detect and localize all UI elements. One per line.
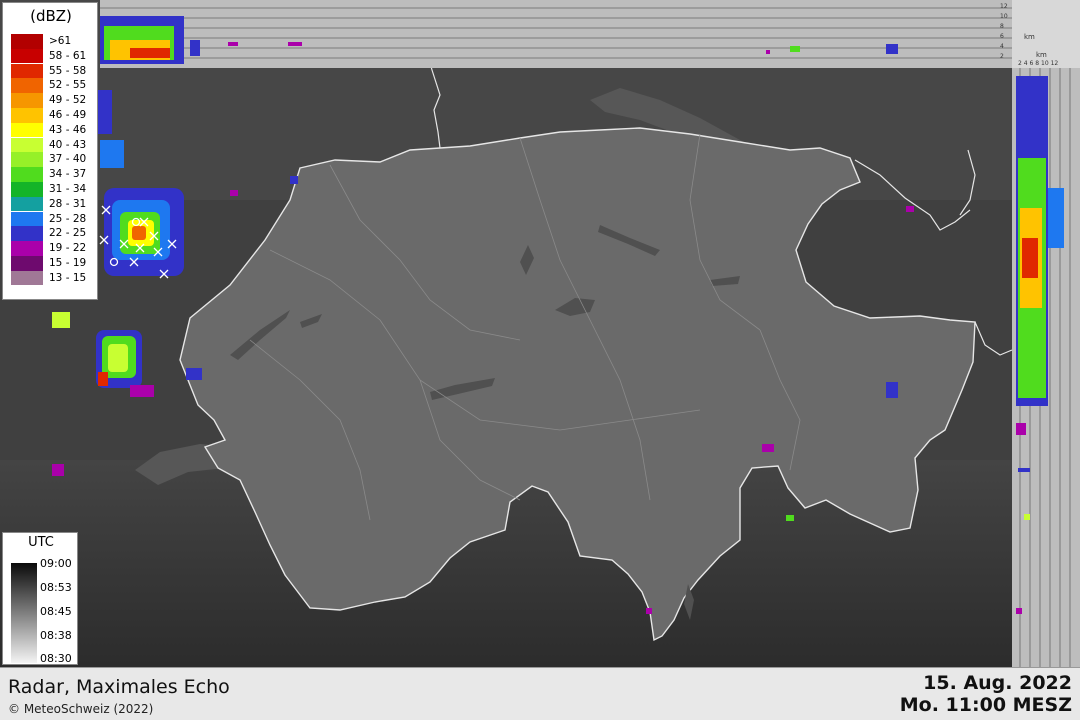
top-height-profile: 12 10 8 6 4 2 (100, 0, 1012, 68)
side-scale-tick: 12 (1050, 60, 1059, 67)
legend-label: 37 - 40 (49, 153, 87, 166)
legend-row: 34 - 37 (11, 167, 97, 182)
side-scale-tick: 6 (1029, 60, 1034, 67)
legend-swatch (11, 34, 43, 49)
top-profile-graphic (100, 7, 1012, 64)
side-scale-tick: 10 (1041, 60, 1049, 67)
legend-label: 58 - 61 (49, 49, 87, 62)
legend-row: 58 - 61 (11, 48, 97, 64)
top-scale-tick: 4 (1000, 43, 1004, 50)
legend-row: 15 - 19 (11, 256, 97, 271)
legend-swatch (11, 122, 43, 138)
side-scale-tick: 4 (1023, 60, 1028, 67)
legend-row: 52 - 55 (11, 78, 97, 94)
legend-swatch (11, 196, 43, 212)
legend-row: 19 - 22 (11, 241, 97, 256)
time-label: Mo. 11:00 MESZ (899, 694, 1072, 716)
legend-swatch (11, 167, 43, 182)
legend-row: 22 - 25 (11, 226, 97, 242)
utc-tick: 08:45 (40, 605, 72, 618)
top-scale-tick: 6 (1000, 33, 1004, 40)
legend-label: 40 - 43 (49, 138, 87, 151)
legend-swatch (11, 211, 43, 227)
legend-swatch (11, 152, 43, 168)
legend-swatch (11, 137, 43, 153)
legend-swatch (11, 241, 43, 256)
side-profile-scale: 2 4 6 8 10 12 (1018, 60, 1058, 67)
legend-label: 22 - 25 (49, 227, 87, 240)
legend-label: 15 - 19 (49, 257, 87, 269)
utc-title: UTC (28, 535, 54, 550)
legend-label: 25 - 28 (49, 212, 87, 225)
legend-label: 31 - 34 (49, 183, 87, 195)
legend-swatch (11, 93, 43, 108)
legend-swatch (11, 63, 43, 79)
legend-label: 46 - 49 (49, 109, 87, 121)
copyright: © MeteoSchweiz (2022) (8, 702, 154, 716)
side-scale-tick: 8 (1035, 60, 1040, 67)
legend-row: 13 - 15 (11, 270, 97, 286)
legend-label: 52 - 55 (49, 79, 87, 92)
legend-row: 28 - 31 (11, 196, 97, 212)
utc-tick: 08:30 (40, 652, 72, 665)
date-label: 15. Aug. 2022 (923, 672, 1072, 694)
utc-tick: 09:00 (40, 557, 72, 570)
top-profile-scale: 12 10 8 6 4 2 (1000, 2, 1008, 62)
legend-swatch (11, 108, 43, 123)
utc-tick: 08:53 (40, 581, 72, 594)
utc-tick: 08:38 (40, 629, 72, 642)
legend-row: 31 - 34 (11, 182, 97, 197)
legend-row: 46 - 49 (11, 108, 97, 123)
legend-swatch (11, 48, 43, 64)
profile-corner: km km 2 4 6 8 10 12 (1012, 0, 1080, 68)
footer-bar: Radar, Maximales Echo © MeteoSchweiz (20… (0, 667, 1080, 720)
legend-swatch (11, 256, 43, 271)
product-title: Radar, Maximales Echo (8, 676, 230, 698)
side-scale-tick: 2 (1018, 60, 1022, 67)
top-scale-tick: 2 (1000, 53, 1004, 60)
legend-row: 40 - 43 (11, 137, 97, 153)
legend-label: 55 - 58 (49, 64, 87, 77)
top-scale-tick: 10 (1000, 13, 1008, 20)
side-height-profile (1012, 68, 1080, 667)
side-profile-graphic (1016, 68, 1071, 667)
legend-row: 49 - 52 (11, 93, 97, 108)
legend-swatch (11, 270, 43, 286)
legend-label: 28 - 31 (49, 197, 87, 210)
legend-title: (dBZ) (30, 7, 72, 25)
corner-unit-side: km (1036, 51, 1047, 59)
legend-row: 37 - 40 (11, 152, 97, 168)
legend-swatch (11, 182, 43, 197)
legend-swatch (11, 78, 43, 94)
legend-label: >61 (49, 35, 72, 47)
legend-row: 55 - 58 (11, 63, 97, 79)
legend-row: >61 (11, 34, 97, 49)
legend-row: 25 - 28 (11, 211, 97, 227)
legend-row: 43 - 46 (11, 122, 97, 138)
top-scale-tick: 12 (1000, 3, 1008, 10)
top-scale-tick: 8 (1000, 23, 1004, 30)
corner-unit-top: km (1024, 33, 1035, 41)
legend-swatch (11, 226, 43, 242)
utc-time-gradient (11, 563, 37, 663)
legend-label: 34 - 37 (49, 168, 87, 181)
legend-label: 43 - 46 (49, 123, 87, 136)
legend-label: 19 - 22 (49, 242, 87, 255)
legend-label: 49 - 52 (49, 94, 87, 107)
utc-legend: UTC 09:00 08:53 08:45 08:38 08:30 (2, 532, 78, 665)
dbz-legend: (dBZ) >61 58 - 61 55 - 58 52 - 55 49 - 52 46 … (2, 2, 98, 300)
radar-map (0, 0, 1080, 667)
legend-label: 13 - 15 (49, 271, 87, 284)
